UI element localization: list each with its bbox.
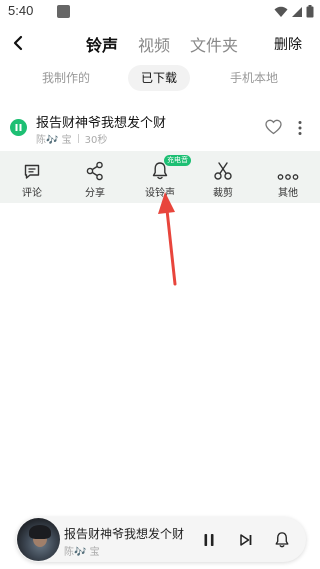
song-meta: 陈🎶 宝 30秒	[36, 131, 107, 146]
status-icons	[274, 5, 314, 18]
battery-icon	[306, 5, 314, 18]
share-action[interactable]: 分享	[70, 159, 120, 199]
album-cover[interactable]	[17, 518, 60, 561]
mini-player[interactable]: 报告财神爷我想发个财 陈🎶 宝	[16, 517, 306, 562]
player-artist: 陈🎶 宝	[64, 547, 100, 558]
segment-my-made[interactable]: 我制作的	[30, 65, 102, 91]
delete-button[interactable]: 删除	[274, 34, 302, 54]
charge-badge: 充电音	[164, 155, 191, 166]
segment-downloaded[interactable]: 已下载	[128, 65, 190, 91]
song-title: 报告财神爷我想发个财	[36, 116, 167, 131]
scissors-icon	[214, 162, 232, 180]
share-icon	[86, 161, 103, 181]
song-duration: 30秒	[84, 135, 108, 146]
heart-icon[interactable]	[265, 119, 282, 135]
pause-badge-icon[interactable]	[10, 119, 27, 136]
comment-label: 评论	[22, 188, 42, 199]
player-ringtone-button[interactable]	[272, 530, 292, 550]
back-button[interactable]	[6, 30, 30, 56]
notification-icon	[57, 5, 70, 18]
trim-action[interactable]: 裁剪	[198, 159, 248, 199]
trim-label: 裁剪	[213, 188, 233, 199]
pause-icon	[204, 534, 214, 546]
bell-icon	[275, 532, 289, 548]
status-time: 5:40	[8, 3, 34, 18]
segment-filter: 我制作的 已下载 手机本地	[0, 65, 320, 91]
skip-next-icon	[240, 534, 252, 546]
more-action[interactable]: 其他	[263, 159, 313, 199]
more-horizontal-icon	[277, 174, 299, 180]
more-vertical-icon[interactable]	[297, 120, 303, 136]
player-title: 报告财神爷我想发个财	[64, 527, 185, 541]
song-artist: 陈🎶 宝	[36, 135, 72, 146]
tab-folder[interactable]: 文件夹	[190, 32, 238, 56]
back-arrow-icon	[13, 35, 23, 51]
cover-hair	[29, 525, 51, 539]
header: 铃声 视频 文件夹 删除	[0, 28, 320, 58]
comment-action[interactable]: 评论	[7, 159, 57, 199]
wifi-icon	[274, 6, 288, 17]
tab-video[interactable]: 视频	[138, 32, 170, 56]
more-label: 其他	[278, 188, 298, 199]
comment-icon	[24, 164, 40, 179]
status-bar: 5:40	[0, 0, 320, 24]
meta-divider	[77, 134, 79, 143]
song-row[interactable]: 报告财神爷我想发个财 陈🎶 宝 30秒	[0, 105, 320, 151]
share-label: 分享	[85, 188, 105, 199]
red-arrow-annotation	[158, 192, 177, 286]
player-next-button[interactable]	[236, 530, 256, 550]
segment-local[interactable]: 手机本地	[218, 65, 290, 91]
player-pause-button[interactable]	[199, 530, 219, 550]
signal-icon	[292, 6, 302, 17]
tab-ringtone[interactable]: 铃声	[86, 32, 118, 56]
